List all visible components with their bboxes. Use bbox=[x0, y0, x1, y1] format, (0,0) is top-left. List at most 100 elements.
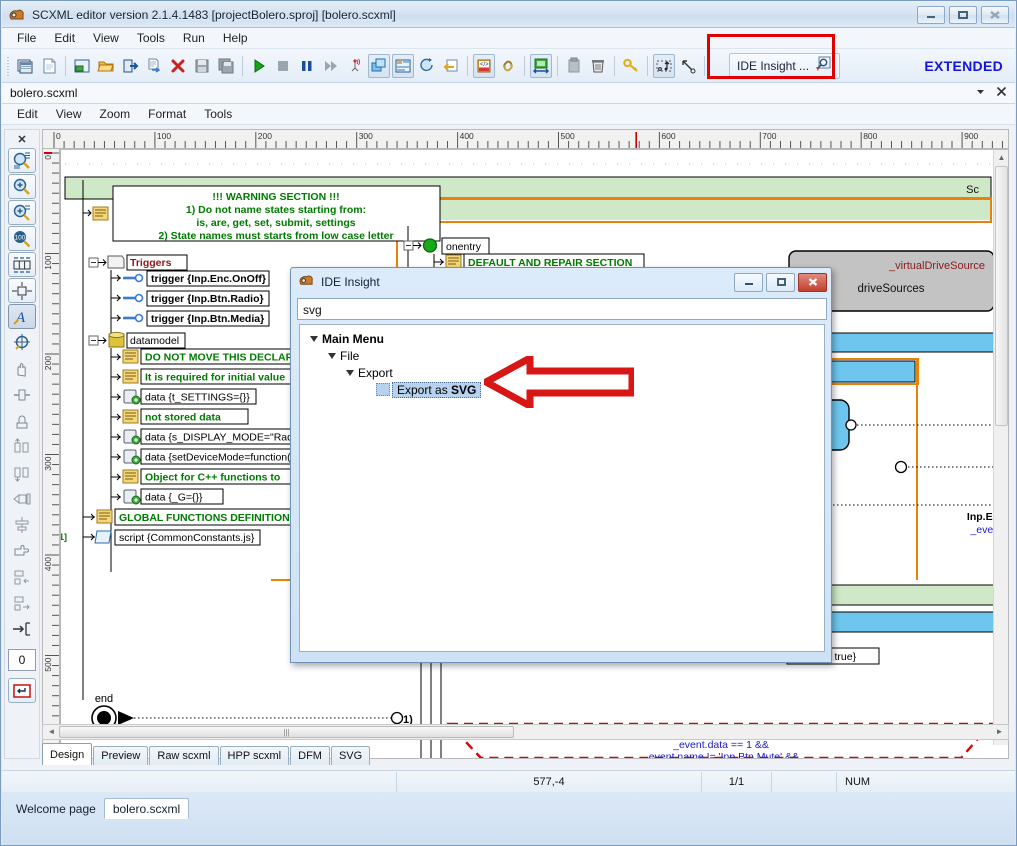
copy-structure-icon[interactable] bbox=[143, 54, 165, 78]
transition-icon[interactable] bbox=[653, 53, 675, 78]
chevron-down-icon[interactable] bbox=[975, 86, 986, 100]
target-icon[interactable] bbox=[8, 330, 36, 355]
tree-node-main-menu[interactable]: Main Menu bbox=[300, 330, 824, 347]
save-icon[interactable] bbox=[191, 54, 213, 78]
ide-insight-button[interactable]: IDE Insight ... bbox=[729, 52, 841, 79]
scroll-left-icon[interactable]: ◄ bbox=[46, 726, 57, 737]
align-right-icon[interactable] bbox=[8, 590, 36, 615]
horizontal-scroll-thumb[interactable]: ||| bbox=[59, 726, 514, 738]
menu-item-view[interactable]: View bbox=[84, 29, 128, 47]
scroll-right-icon[interactable]: ► bbox=[994, 726, 1005, 737]
open-folder-icon[interactable] bbox=[95, 54, 117, 78]
palette-close-button[interactable]: ✕ bbox=[17, 132, 26, 148]
pointer-hand-icon[interactable] bbox=[8, 538, 36, 563]
tab-svg[interactable]: SVG bbox=[330, 746, 371, 765]
window-tab-bolero-scxml[interactable]: bolero.scxml bbox=[103, 798, 190, 819]
scroll-up-icon[interactable]: ▲ bbox=[996, 152, 1007, 163]
text-tool-icon[interactable]: A bbox=[8, 304, 36, 329]
minimize-button[interactable] bbox=[917, 5, 945, 24]
stamp-icon[interactable] bbox=[8, 408, 36, 433]
app-icon bbox=[8, 7, 26, 23]
tab-design[interactable]: Design bbox=[42, 743, 93, 765]
link-icon[interactable] bbox=[497, 54, 519, 78]
refresh-icon[interactable] bbox=[416, 54, 438, 78]
label-left-icon[interactable] bbox=[8, 486, 36, 511]
layout-icon[interactable] bbox=[368, 53, 390, 78]
editor-menu-format[interactable]: Format bbox=[139, 105, 195, 123]
search-input[interactable]: svg bbox=[297, 298, 827, 320]
dialog-title: IDE Insight bbox=[321, 275, 380, 289]
zoom-100-icon[interactable]: 100 bbox=[8, 226, 36, 251]
document-tab-strip: bolero.scxml bbox=[2, 83, 1015, 104]
expand-triangle-icon[interactable] bbox=[328, 352, 336, 359]
pause-icon[interactable] bbox=[296, 54, 318, 78]
save-all-icon[interactable] bbox=[215, 54, 237, 78]
new-project-icon[interactable] bbox=[14, 54, 36, 78]
paste-icon[interactable] bbox=[563, 54, 585, 78]
fit-width-icon[interactable] bbox=[530, 53, 552, 78]
zoom-in-icon[interactable] bbox=[8, 174, 36, 199]
menu-item-tools[interactable]: Tools bbox=[128, 29, 174, 47]
zoom-region-icon[interactable] bbox=[8, 200, 36, 225]
editor-menu-zoom[interactable]: Zoom bbox=[90, 105, 139, 123]
canvas-horizontal-scrollbar[interactable]: ◄ ||| ► bbox=[42, 724, 1009, 740]
editor-menu-view[interactable]: View bbox=[47, 105, 91, 123]
window-tab-welcome-page[interactable]: Welcome page bbox=[8, 798, 104, 819]
dialog-minimize-button[interactable] bbox=[734, 272, 763, 292]
expand-triangle-icon[interactable] bbox=[310, 335, 318, 342]
center-icon[interactable] bbox=[8, 278, 36, 303]
align-center-icon[interactable] bbox=[8, 512, 36, 537]
move-up-icon[interactable] bbox=[8, 434, 36, 459]
pointer-icon[interactable] bbox=[677, 54, 699, 78]
key-icon[interactable] bbox=[620, 54, 642, 78]
trash-icon[interactable] bbox=[587, 54, 609, 78]
vertical-scroll-thumb[interactable] bbox=[995, 166, 1008, 426]
canvas-vertical-scrollbar[interactable]: ▲ ▼ bbox=[993, 150, 1008, 745]
toolbar-grip[interactable] bbox=[5, 54, 11, 77]
new-file-icon[interactable] bbox=[38, 54, 60, 78]
indent-icon[interactable] bbox=[8, 616, 36, 641]
zero-field[interactable]: 0 bbox=[8, 649, 36, 671]
tree-node-selected-row[interactable]: Export as SVG bbox=[392, 381, 482, 398]
toolbar-separator bbox=[242, 55, 243, 76]
dialog-close-button[interactable] bbox=[798, 272, 827, 292]
dialog-maximize-button[interactable] bbox=[766, 272, 795, 292]
step-forward-icon[interactable] bbox=[320, 54, 342, 78]
svg-text:1) Do not name states starting: 1) Do not name states starting from: bbox=[186, 204, 366, 216]
document-tab-name[interactable]: bolero.scxml bbox=[10, 86, 77, 100]
close-button[interactable] bbox=[981, 5, 1009, 24]
hand-icon[interactable] bbox=[8, 356, 36, 381]
move-down-icon[interactable] bbox=[8, 460, 36, 485]
close-icon[interactable] bbox=[996, 86, 1007, 100]
expand-triangle-icon[interactable] bbox=[346, 369, 354, 376]
tab-preview[interactable]: Preview bbox=[93, 746, 149, 765]
source-code-icon[interactable]: </> bbox=[473, 53, 495, 78]
editor-menu-tools[interactable]: Tools bbox=[195, 105, 241, 123]
menu-item-help[interactable]: Help bbox=[214, 29, 257, 47]
properties-icon[interactable] bbox=[392, 53, 414, 78]
broadcast-icon[interactable] bbox=[344, 54, 366, 78]
menu-item-edit[interactable]: Edit bbox=[45, 29, 84, 47]
undo-icon[interactable] bbox=[440, 54, 462, 78]
stop-icon[interactable] bbox=[272, 54, 294, 78]
grid-icon[interactable] bbox=[8, 252, 36, 277]
delete-icon[interactable] bbox=[167, 54, 189, 78]
tab-hpp-scxml[interactable]: HPP scxml bbox=[219, 746, 290, 765]
menu-item-run[interactable]: Run bbox=[174, 29, 214, 47]
svg-text:data {setDeviceMode=function(: data {setDeviceMode=function( bbox=[145, 452, 291, 464]
enter-key-icon[interactable] bbox=[8, 678, 36, 703]
zoom-fit-icon[interactable] bbox=[8, 148, 36, 173]
run-icon[interactable] bbox=[248, 54, 270, 78]
align-left-icon[interactable] bbox=[8, 564, 36, 589]
svg-text:Triggers: Triggers bbox=[130, 257, 172, 269]
maximize-button[interactable] bbox=[949, 5, 977, 24]
tab-dfm[interactable]: DFM bbox=[290, 746, 330, 765]
align-horizontal-icon[interactable] bbox=[8, 382, 36, 407]
menu-item-file[interactable]: File bbox=[8, 29, 45, 47]
svg-text:!!! WARNING SECTION !!!: !!! WARNING SECTION !!! bbox=[212, 191, 339, 203]
import-icon[interactable] bbox=[119, 54, 141, 78]
svg-text:0: 0 bbox=[56, 131, 61, 141]
tab-raw-scxml[interactable]: Raw scxml bbox=[149, 746, 219, 765]
editor-menu-edit[interactable]: Edit bbox=[8, 105, 47, 123]
open-project-icon[interactable] bbox=[71, 54, 93, 78]
